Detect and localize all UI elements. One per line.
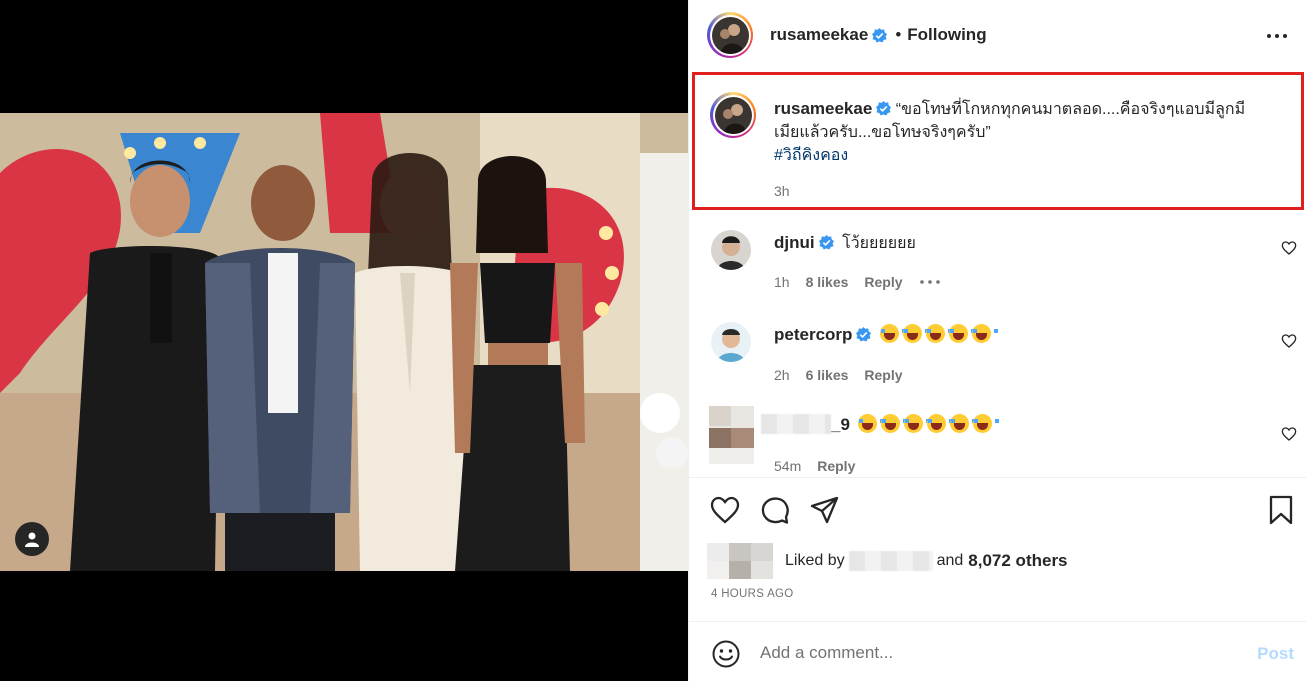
- comment-emojis: [854, 414, 1000, 434]
- caption-body-line2: เมียแล้วครับ...ขอโทษจริงๆครับ”: [774, 124, 991, 141]
- comment-avatar[interactable]: [709, 406, 754, 464]
- comment-time[interactable]: 2h: [774, 367, 790, 383]
- comment-likes[interactable]: 6 likes: [806, 367, 849, 383]
- blurred-username: [761, 414, 831, 434]
- likes-others-link[interactable]: 8,072 others: [968, 551, 1067, 571]
- caption-body-line1: “ขอโทษที่โกหกทุกคนมาตลอด....คือจริงๆแอบม…: [895, 101, 1246, 118]
- verified-badge-icon: [856, 327, 872, 342]
- bookmark-icon[interactable]: [1265, 494, 1297, 526]
- caption-time[interactable]: 3h: [774, 183, 790, 199]
- more-horizontal-icon[interactable]: [1265, 24, 1289, 48]
- comment-emojis: [876, 324, 998, 344]
- post-comment-button[interactable]: Post: [1257, 644, 1294, 664]
- comment-username[interactable]: _9: [831, 415, 850, 434]
- laughing-emoji-icon: [879, 324, 906, 343]
- post-side-panel: rusameekae • Following rusameekae “ขอโทษ…: [688, 0, 1306, 681]
- add-comment-input[interactable]: [760, 643, 1200, 663]
- author-username[interactable]: rusameekae: [770, 25, 868, 45]
- verified-badge-icon: [872, 27, 888, 43]
- comment-time[interactable]: 1h: [774, 274, 790, 290]
- comment-likes[interactable]: 8 likes: [806, 274, 849, 290]
- reply-button[interactable]: Reply: [864, 367, 902, 383]
- author-avatar[interactable]: [707, 12, 753, 58]
- laughing-emoji-icon: [904, 414, 931, 433]
- caption-hashtag[interactable]: #วิถีคิงคอง: [774, 147, 848, 164]
- comment-body: djnui โว้ยยยยยย: [774, 231, 916, 256]
- comment-heart-icon[interactable]: [1281, 240, 1297, 256]
- post-caption: rusameekae “ขอโทษที่โกหกทุกคนมาตลอด....ค…: [692, 72, 1304, 210]
- post-time-ago[interactable]: 4 HOURS AGO: [711, 588, 794, 600]
- likes-summary: Liked by and 8,072 others: [707, 543, 1068, 579]
- comment-meta: 2h 6 likes Reply: [774, 367, 903, 383]
- comment-body: petercorp: [774, 324, 998, 345]
- reply-button[interactable]: Reply: [817, 458, 855, 474]
- laughing-emoji-icon: [925, 324, 952, 343]
- liked-by-avatars-blurred[interactable]: [707, 543, 773, 579]
- laughing-emoji-icon: [971, 324, 998, 343]
- caption-avatar[interactable]: [710, 92, 756, 138]
- header-separator: •: [895, 25, 902, 44]
- comment-username[interactable]: djnui: [774, 233, 815, 252]
- comment-meta: 1h 8 likes Reply: [774, 274, 941, 290]
- avatar-image-blurred: [709, 406, 754, 464]
- laughing-emoji-icon: [902, 324, 929, 343]
- avatar-image: [714, 96, 752, 134]
- laughing-emoji-icon: [973, 414, 1000, 433]
- comment-more-icon[interactable]: [919, 274, 941, 290]
- heart-icon[interactable]: [709, 494, 741, 526]
- reply-button[interactable]: Reply: [864, 274, 902, 290]
- comment-time[interactable]: 54m: [774, 458, 801, 474]
- user-tag-button[interactable]: [15, 522, 49, 556]
- photo-image: [0, 113, 688, 571]
- divider: [689, 621, 1306, 622]
- liked-by-prefix: Liked by: [785, 552, 845, 569]
- post-header: rusameekae • Following: [689, 0, 1306, 70]
- divider: [689, 477, 1306, 478]
- caption-username[interactable]: rusameekae: [774, 99, 872, 118]
- caption-text: rusameekae “ขอโทษที่โกหกทุกคนมาตลอด....ค…: [774, 97, 1294, 167]
- comment-meta: 54m Reply: [774, 458, 855, 474]
- post-media: [0, 0, 688, 681]
- avatar-image: [711, 322, 751, 362]
- laughing-emoji-icon: [881, 414, 908, 433]
- paper-plane-icon[interactable]: [809, 494, 841, 526]
- comment-heart-icon[interactable]: [1281, 333, 1297, 349]
- laughing-emoji-icon: [858, 414, 885, 433]
- comment-icon[interactable]: [759, 494, 791, 526]
- verified-badge-icon: [876, 101, 892, 116]
- comment-body: _9: [761, 414, 1000, 435]
- comment-avatar[interactable]: [711, 230, 751, 270]
- laughing-emoji-icon: [927, 414, 954, 433]
- comment-item: _9 54m Reply: [689, 404, 1306, 476]
- comment-avatar[interactable]: [711, 322, 751, 362]
- verified-badge-icon: [818, 235, 834, 250]
- laughing-emoji-icon: [950, 414, 977, 433]
- liked-by-and: and: [936, 552, 964, 569]
- comment-heart-icon[interactable]: [1281, 426, 1297, 442]
- avatar-image: [711, 230, 751, 270]
- liked-by-user-blurred[interactable]: [848, 551, 933, 571]
- post-photo[interactable]: [0, 113, 688, 571]
- comment-username[interactable]: petercorp: [774, 325, 852, 344]
- laughing-emoji-icon: [948, 324, 975, 343]
- comment-text: โว้ยยยยยย: [842, 235, 916, 252]
- emoji-smile-icon[interactable]: [711, 639, 741, 669]
- avatar-image: [711, 16, 749, 54]
- following-button[interactable]: Following: [907, 25, 986, 45]
- user-tag-icon: [25, 532, 39, 547]
- post-dialog: rusameekae • Following rusameekae “ขอโทษ…: [0, 0, 1306, 681]
